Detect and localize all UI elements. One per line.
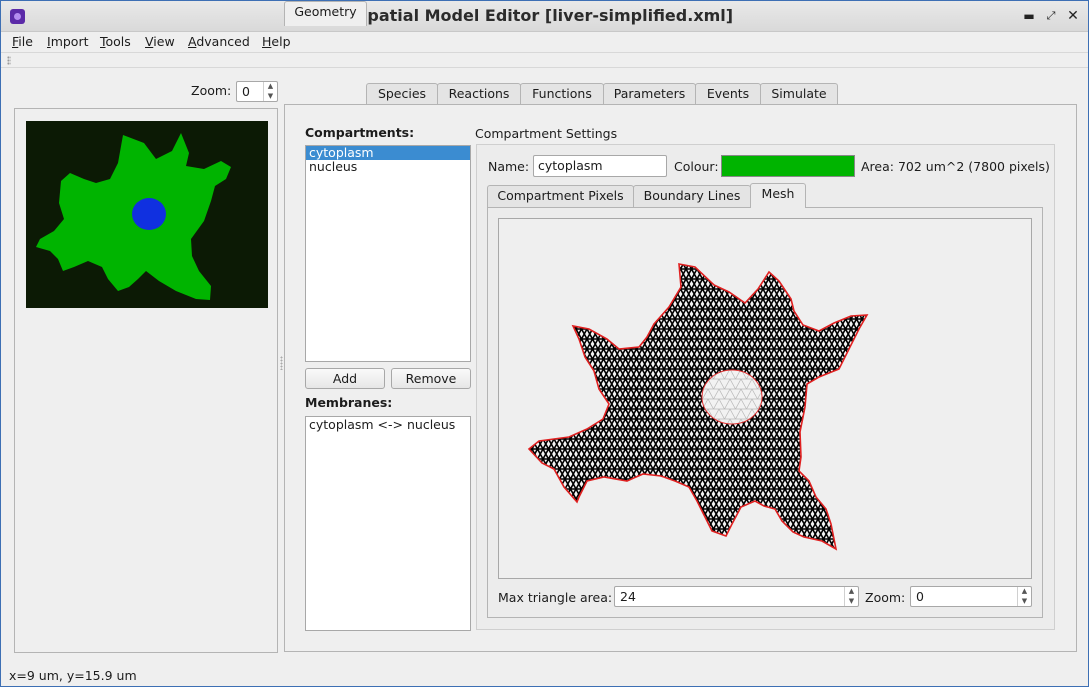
max-triangle-area-spinbox[interactable]: 24 ▲ ▼ [614, 586, 859, 607]
spin-up-icon[interactable]: ▲ [845, 587, 858, 597]
tab-reactions[interactable]: Reactions [437, 83, 521, 105]
colour-swatch-button[interactable] [721, 155, 855, 177]
menu-advanced[interactable]: Advanced [188, 34, 250, 49]
spin-up-icon[interactable]: ▲ [264, 82, 277, 92]
main-window: Spatial Model Editor [liver-simplified.x… [0, 0, 1089, 687]
membranes-list[interactable]: cytoplasm <-> nucleus [305, 416, 471, 631]
list-item-membrane[interactable]: cytoplasm <-> nucleus [306, 418, 470, 432]
zoom-label: Zoom: [191, 83, 232, 98]
menu-tools[interactable]: Tools [100, 34, 131, 49]
title-bar[interactable]: Spatial Model Editor [liver-simplified.x… [1, 1, 1088, 32]
mesh-zoom-value: 0 [916, 589, 924, 604]
spin-down-icon[interactable]: ▼ [264, 92, 277, 102]
compartment-settings-title: Compartment Settings [475, 126, 618, 141]
name-field[interactable]: cytoplasm [533, 155, 667, 177]
tab-functions[interactable]: Functions [520, 83, 604, 105]
max-triangle-area-label: Max triangle area: [498, 590, 613, 605]
name-value: cytoplasm [538, 158, 603, 173]
mesh-view[interactable] [498, 218, 1032, 579]
menu-bar: File Import Tools View Advanced Help [1, 32, 1088, 52]
menu-import[interactable]: Import [47, 34, 89, 49]
spin-arrows[interactable]: ▲ ▼ [844, 587, 858, 606]
compartments-label: Compartments: [305, 125, 415, 140]
add-button[interactable]: Add [305, 368, 385, 389]
restore-icon[interactable]: ⤢ [1043, 8, 1059, 24]
splitter-handle[interactable] [280, 356, 283, 370]
close-icon[interactable]: ✕ [1065, 8, 1081, 24]
zoom-spinbox[interactable]: 0 ▲ ▼ [236, 81, 278, 102]
colour-label: Colour: [674, 159, 719, 174]
spin-down-icon[interactable]: ▼ [1018, 597, 1031, 607]
mesh-image[interactable] [499, 219, 1031, 578]
window-title: Spatial Model Editor [liver-simplified.x… [355, 6, 734, 25]
minimize-icon[interactable]: ▬ [1021, 8, 1037, 24]
menu-file[interactable]: File [12, 34, 33, 49]
spin-arrows[interactable]: ▲ ▼ [1017, 587, 1031, 606]
tab-geometry[interactable]: Geometry [284, 1, 367, 26]
zoom-value: 0 [242, 84, 250, 99]
max-triangle-area-value: 24 [620, 589, 636, 604]
list-item-cytoplasm[interactable]: cytoplasm [306, 146, 470, 160]
tab-compartment-pixels[interactable]: Compartment Pixels [487, 185, 634, 207]
spin-down-icon[interactable]: ▼ [845, 597, 858, 607]
tab-events[interactable]: Events [695, 83, 761, 105]
tab-mesh[interactable]: Mesh [750, 183, 806, 208]
name-label: Name: [488, 159, 530, 174]
membranes-label: Membranes: [305, 395, 393, 410]
toolbar-grip-icon[interactable] [7, 56, 11, 65]
mesh-zoom-label: Zoom: [865, 590, 906, 605]
geometry-image[interactable] [26, 121, 268, 308]
menu-help[interactable]: Help [262, 34, 291, 49]
spin-arrows[interactable]: ▲ ▼ [263, 82, 277, 101]
area-text: Area: 702 um^2 (7800 pixels) [861, 159, 1050, 174]
tab-simulate[interactable]: Simulate [760, 83, 838, 105]
toolbar [1, 52, 1088, 68]
menu-view[interactable]: View [145, 34, 175, 49]
tab-species[interactable]: Species [366, 83, 438, 105]
mesh-zoom-spinbox[interactable]: 0 ▲ ▼ [910, 586, 1032, 607]
tab-boundary-lines[interactable]: Boundary Lines [633, 185, 751, 207]
spin-up-icon[interactable]: ▲ [1018, 587, 1031, 597]
compartments-list[interactable]: cytoplasm nucleus [305, 145, 471, 362]
geometry-image-panel [14, 108, 278, 653]
list-item-nucleus[interactable]: nucleus [306, 160, 470, 174]
tab-parameters[interactable]: Parameters [603, 83, 696, 105]
status-bar-text: x=9 um, y=15.9 um [9, 668, 137, 683]
remove-button[interactable]: Remove [391, 368, 471, 389]
